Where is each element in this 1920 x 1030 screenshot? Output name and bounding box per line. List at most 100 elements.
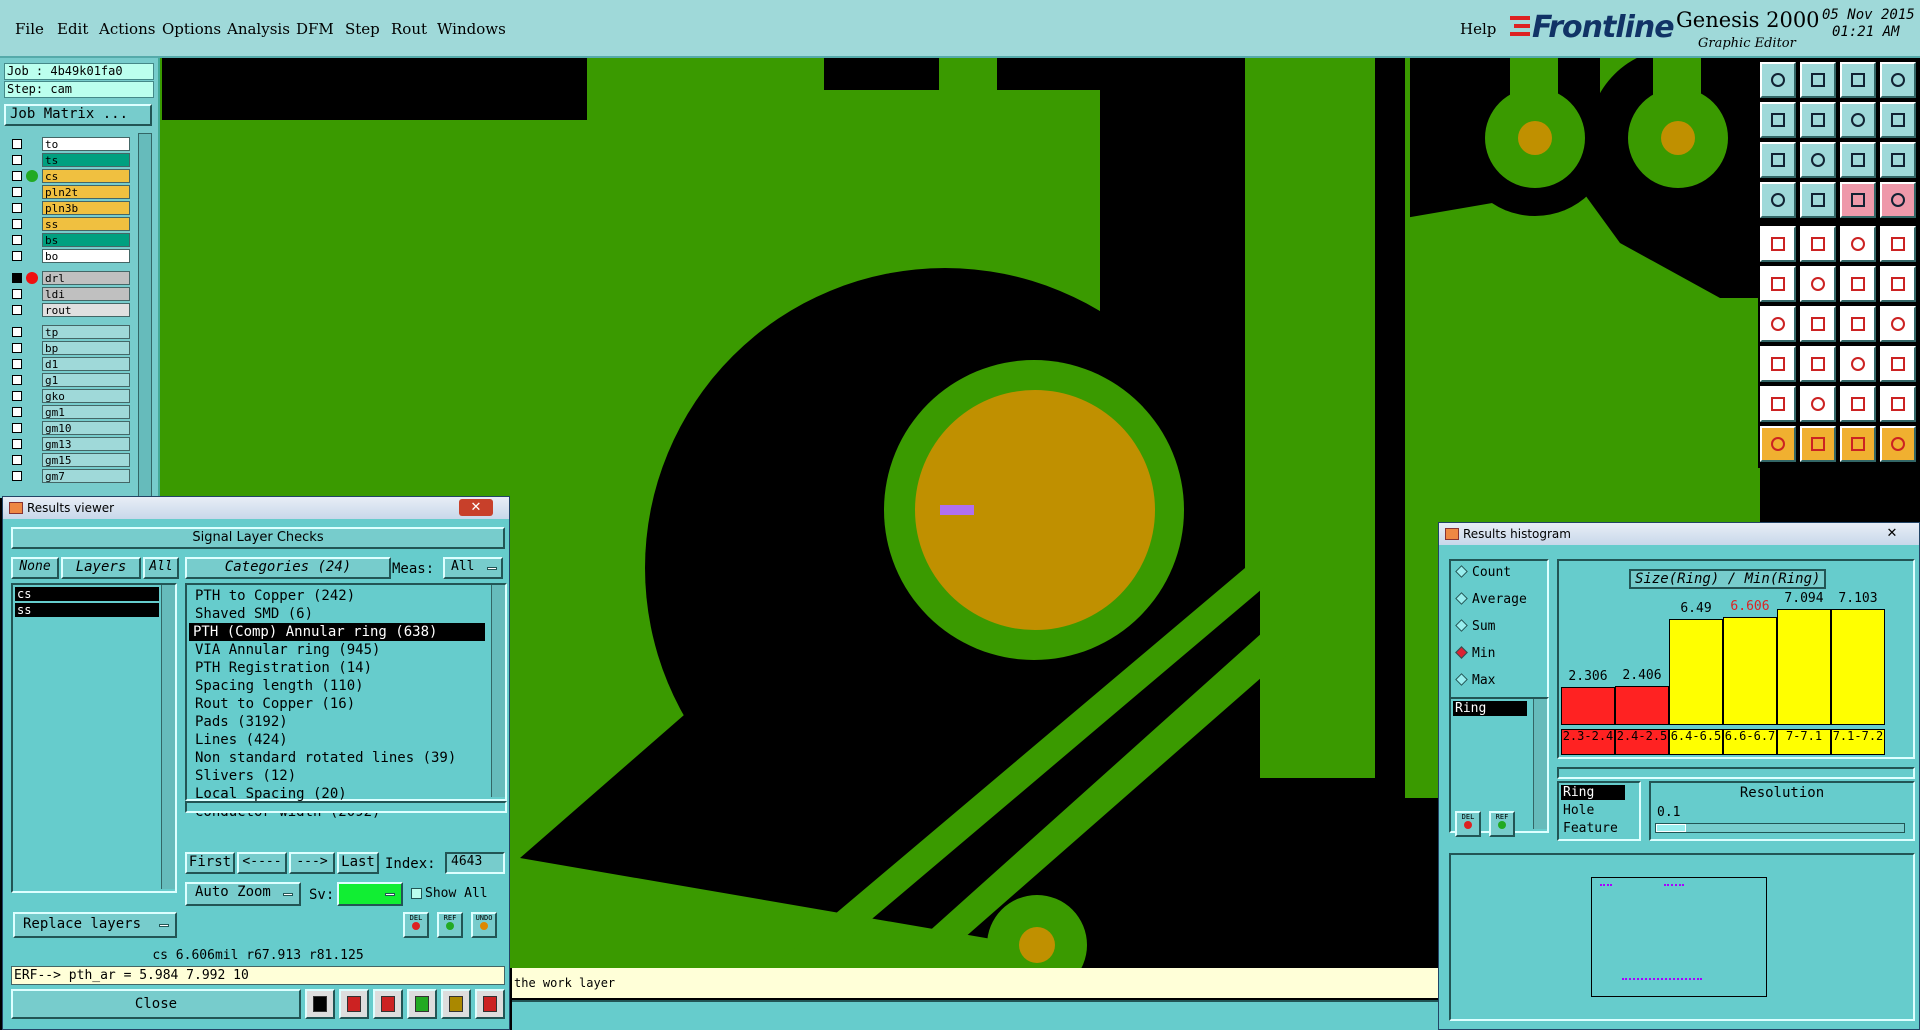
- join-tool[interactable]: [1840, 346, 1876, 382]
- layer-row[interactable]: tp: [8, 325, 130, 339]
- remove-all-button[interactable]: [373, 989, 403, 1019]
- probe-tool[interactable]: [1800, 182, 1836, 218]
- layer-checkbox[interactable]: [12, 455, 22, 465]
- layer-checkbox[interactable]: [12, 375, 22, 385]
- index-input[interactable]: 4643: [445, 852, 505, 874]
- histogram-list-item[interactable]: Ring: [1453, 701, 1527, 716]
- layer-checkbox[interactable]: [12, 187, 22, 197]
- layer-checkbox[interactable]: [12, 203, 22, 213]
- category-scrollbar[interactable]: [491, 585, 505, 797]
- zoom-fit-tool[interactable]: [1760, 142, 1796, 178]
- layer-checkbox[interactable]: [12, 359, 22, 369]
- layer-row[interactable]: gko: [8, 389, 130, 403]
- layer-checkbox[interactable]: [12, 327, 22, 337]
- pointer-tool[interactable]: [1800, 426, 1836, 462]
- results-viewer-titlebar[interactable]: Results viewer: [3, 497, 509, 519]
- polygon-tool[interactable]: [1800, 226, 1836, 262]
- menu-step[interactable]: Step: [345, 20, 380, 38]
- stat-mode-average[interactable]: Average: [1455, 592, 1527, 610]
- bridge-tool[interactable]: [1840, 386, 1876, 422]
- menu-file[interactable]: File: [15, 20, 44, 38]
- snap-tool[interactable]: [1880, 102, 1916, 138]
- undo-result-button[interactable]: UNDO: [471, 912, 497, 938]
- layer-row[interactable]: cs: [8, 169, 130, 183]
- layer-row[interactable]: bs: [8, 233, 130, 247]
- resolution-slider-thumb[interactable]: [1656, 824, 1686, 832]
- report-button[interactable]: [441, 989, 471, 1019]
- angle-tool[interactable]: [1760, 306, 1796, 342]
- none-button[interactable]: None: [11, 557, 59, 579]
- menu-help[interactable]: Help: [1460, 20, 1496, 38]
- histogram-bar[interactable]: [1777, 609, 1831, 725]
- layer-row[interactable]: bp: [8, 341, 130, 355]
- stat-mode-count[interactable]: Count: [1455, 565, 1511, 583]
- category-item[interactable]: PTH to Copper (242): [195, 587, 355, 605]
- layer-checkbox[interactable]: [12, 471, 22, 481]
- close-button[interactable]: Close: [11, 989, 301, 1019]
- histogram-list-scrollbar[interactable]: [1533, 699, 1547, 829]
- histogram-bar[interactable]: [1615, 686, 1669, 725]
- layer-row[interactable]: gm13: [8, 437, 130, 451]
- layer-row[interactable]: pln3b: [8, 201, 130, 215]
- home-tool[interactable]: [1840, 62, 1876, 98]
- layer-row[interactable]: ss: [8, 217, 130, 231]
- select-tool[interactable]: [1760, 426, 1796, 462]
- result-layer-item[interactable]: cs: [15, 587, 159, 601]
- menu-rout[interactable]: Rout: [391, 20, 427, 38]
- triangle-tool[interactable]: [1760, 386, 1796, 422]
- cross-tool[interactable]: [1800, 266, 1836, 302]
- category-item[interactable]: PTH Registration (14): [195, 659, 372, 677]
- next-button[interactable]: --->: [289, 852, 335, 874]
- layer-row[interactable]: g1: [8, 373, 130, 387]
- histogram-bar[interactable]: [1831, 609, 1885, 725]
- graphic-view-button[interactable]: [305, 989, 335, 1019]
- layer-row[interactable]: to: [8, 137, 130, 151]
- histogram-refresh-button[interactable]: REF: [1489, 811, 1515, 837]
- group-tool[interactable]: [1880, 346, 1916, 382]
- layer-result-scrollbar[interactable]: [161, 585, 175, 889]
- category-item[interactable]: Spacing length (110): [195, 677, 364, 695]
- menu-edit[interactable]: Edit: [57, 20, 88, 38]
- help-tool[interactable]: [1880, 142, 1916, 178]
- layer-scrollbar[interactable]: [138, 133, 152, 498]
- type-item-ring[interactable]: Ring: [1561, 785, 1625, 800]
- layer-row[interactable]: gm1: [8, 405, 130, 419]
- all-layers-button[interactable]: All: [143, 557, 179, 579]
- layer-checkbox[interactable]: [12, 273, 22, 283]
- categories-button[interactable]: Categories (24): [185, 557, 391, 579]
- layer-checkbox[interactable]: [12, 171, 22, 181]
- refresh-result-button[interactable]: REF: [437, 912, 463, 938]
- menu-options[interactable]: Options: [162, 20, 221, 38]
- layer-checkbox[interactable]: [12, 219, 22, 229]
- round-pad-tool[interactable]: [1880, 226, 1916, 262]
- flip-tool[interactable]: [1880, 306, 1916, 342]
- histogram-bar[interactable]: [1669, 619, 1723, 725]
- layer-down-tool[interactable]: [1880, 182, 1916, 218]
- pyramid-tool[interactable]: [1800, 386, 1836, 422]
- layer-row[interactable]: gm10: [8, 421, 130, 435]
- pad-tool[interactable]: [1760, 226, 1796, 262]
- category-hscrollbar[interactable]: [185, 801, 507, 813]
- layer-checkbox[interactable]: [12, 289, 22, 299]
- first-button[interactable]: First: [185, 852, 235, 874]
- category-item[interactable]: Slivers (12): [195, 767, 296, 785]
- layer-row[interactable]: pln2t: [8, 185, 130, 199]
- stat-mode-sum[interactable]: Sum: [1455, 619, 1495, 637]
- histogram-bar[interactable]: [1561, 687, 1615, 725]
- select-plus-tool[interactable]: [1840, 426, 1876, 462]
- auto-zoom-select[interactable]: Auto Zoom: [185, 882, 301, 906]
- rotate-tool[interactable]: [1840, 306, 1876, 342]
- check-set-header[interactable]: Signal Layer Checks: [11, 527, 505, 549]
- undo-tool[interactable]: [1760, 102, 1796, 138]
- severity-select[interactable]: [337, 882, 403, 906]
- scale-tool[interactable]: [1840, 142, 1876, 178]
- layers-button[interactable]: Layers: [61, 557, 141, 579]
- step-tool[interactable]: [1840, 102, 1876, 138]
- category-item[interactable]: PTH (Comp) Annular ring (638): [189, 623, 485, 641]
- redo-tool[interactable]: [1800, 102, 1836, 138]
- histogram-close-x[interactable]: ✕: [1875, 525, 1909, 542]
- select-area-tool[interactable]: [1880, 426, 1916, 462]
- measure-tool[interactable]: [1760, 182, 1796, 218]
- layer-checkbox[interactable]: [12, 155, 22, 165]
- layer-row[interactable]: d1: [8, 357, 130, 371]
